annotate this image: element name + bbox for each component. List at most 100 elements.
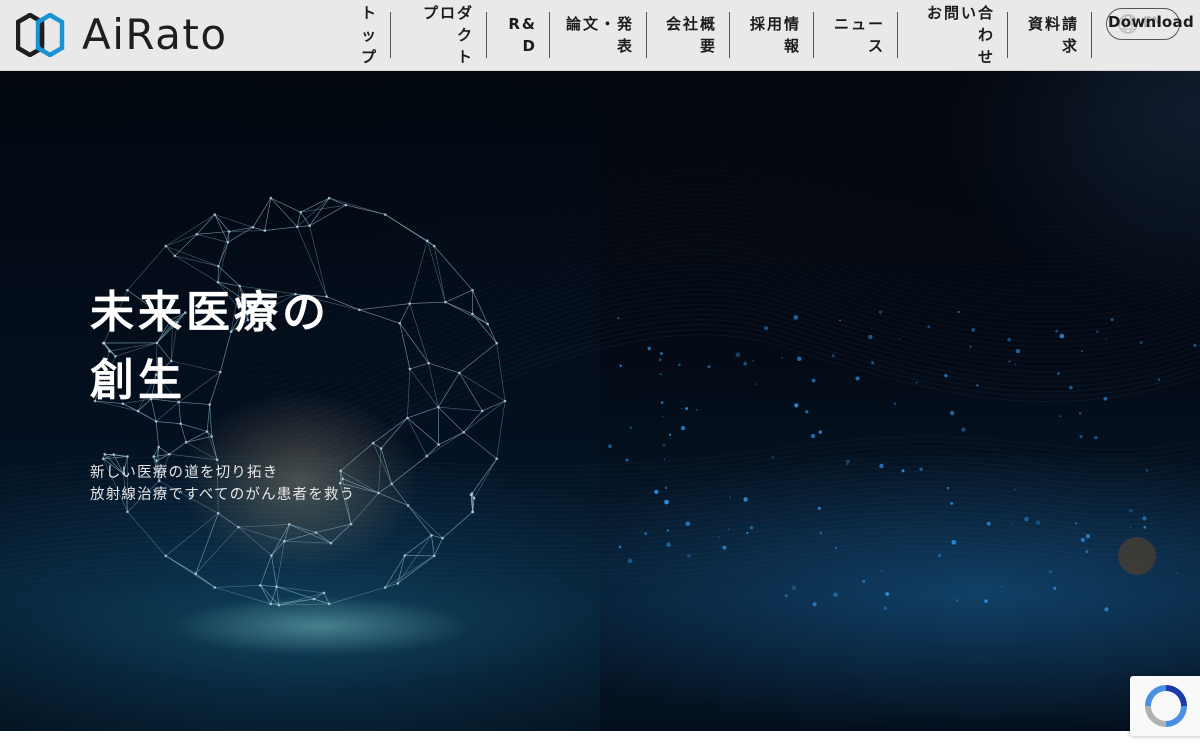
nav-item-docs[interactable]: 資料請求 [1008, 12, 1092, 58]
network-node [471, 288, 474, 292]
particle-dot [819, 531, 823, 535]
particle-dot [1053, 586, 1057, 590]
network-node [263, 229, 267, 232]
particle-dot [1142, 516, 1147, 521]
nav-item-news[interactable]: ニュース [814, 12, 898, 58]
network-node [195, 233, 199, 236]
network-node [269, 196, 273, 200]
nav-item-product[interactable]: プロダクト [391, 4, 487, 66]
particle-dots [608, 310, 1197, 612]
network-edge [214, 587, 271, 605]
particle-dot [899, 338, 901, 340]
network-node [126, 455, 129, 458]
network-edge [407, 417, 439, 445]
network-node [215, 458, 219, 462]
particle-dot [1095, 330, 1099, 333]
nav-item-company[interactable]: 会社概要 [647, 12, 730, 58]
particle-dot [668, 433, 672, 436]
wave-line [179, 159, 1200, 292]
particle-dot [893, 402, 896, 405]
particle-dot [818, 430, 823, 434]
particle-dot [1079, 434, 1083, 439]
network-edge [399, 303, 410, 324]
nav-item-rd[interactable]: R& D [487, 12, 550, 58]
network-node [179, 422, 182, 426]
nav-item-recruit[interactable]: 採用情報 [730, 12, 814, 58]
hero-section: 未来医療の 創生 新しい医療の道を切り拓き 放射線治療ですべてのがん患者を救う [0, 71, 1200, 731]
wave-line [183, 164, 1200, 297]
network-edge [397, 555, 435, 584]
particle-dot [791, 585, 797, 591]
network-edge [409, 303, 429, 364]
particle-dot [1157, 378, 1161, 381]
particle-dot [619, 364, 622, 367]
particle-dot [743, 497, 748, 502]
particle-dot [1085, 534, 1090, 539]
wave-line [195, 179, 1200, 312]
network-edge [214, 214, 229, 243]
network-node [322, 591, 326, 595]
network-edge [380, 417, 408, 449]
particle-dot [839, 319, 841, 322]
network-edge [264, 226, 298, 231]
network-node [437, 405, 440, 409]
network-node [425, 454, 429, 458]
particle-dot [743, 361, 747, 366]
network-node [403, 554, 407, 557]
nav-item-contact[interactable]: お問い合わせ [898, 4, 1008, 66]
network-node [470, 492, 474, 495]
network-node [152, 455, 155, 458]
nav-label-line: 求 [1061, 37, 1079, 55]
network-edge [180, 423, 208, 432]
network-edge [127, 511, 167, 557]
particle-dot [871, 361, 875, 365]
brand-logo[interactable]: AiRato [16, 12, 228, 58]
nav-item-top[interactable]: トップ [329, 4, 391, 66]
network-node [275, 585, 278, 588]
particle-dot [1103, 396, 1108, 401]
particle-dot [986, 521, 991, 526]
network-node [184, 441, 188, 444]
recaptcha-badge[interactable] [1130, 676, 1200, 736]
network-edge [297, 225, 310, 228]
network-node [383, 586, 387, 589]
particle-dot [868, 334, 873, 340]
particle-dot [793, 315, 799, 320]
network-node [295, 225, 299, 229]
particle-dot [771, 456, 774, 459]
network-node [377, 491, 380, 495]
particle-dot [1035, 520, 1041, 526]
network-edge [196, 234, 228, 243]
network-node [210, 435, 213, 438]
nav-item-papers[interactable]: 論文・発表 [550, 12, 647, 58]
nav-label-line: 表 [616, 37, 634, 55]
particle-dot [678, 363, 681, 367]
particle-dot [681, 426, 686, 431]
particle-dot [1094, 435, 1098, 440]
network-edge [180, 423, 187, 443]
network-edge [407, 368, 411, 418]
wave-line [207, 194, 1200, 327]
network-edge [426, 444, 439, 457]
particle-dot [654, 489, 659, 495]
wave-line [223, 214, 1200, 347]
particle-dot [797, 356, 802, 362]
particle-dot [1176, 572, 1178, 575]
network-node [237, 525, 240, 529]
download-link[interactable]: Download [1108, 13, 1194, 31]
particle-dot [662, 443, 666, 447]
wave-line [295, 304, 1200, 437]
particle-dot [1059, 415, 1062, 418]
network-edge [433, 246, 446, 303]
network-node [327, 602, 331, 606]
nav-label-line: ス [867, 37, 885, 55]
network-edge [156, 421, 181, 424]
network-node [437, 443, 440, 446]
network-edge [174, 255, 219, 267]
hero-title: 未来医療の 創生 [90, 279, 330, 415]
particle-dot [833, 592, 838, 597]
particle-dot [846, 459, 850, 464]
network-node [430, 534, 433, 537]
hero-subtitle: 新しい医療の道を切り拓き 放射線治療ですべてのがん患者を救う [90, 462, 355, 506]
particle-dot [749, 525, 754, 530]
